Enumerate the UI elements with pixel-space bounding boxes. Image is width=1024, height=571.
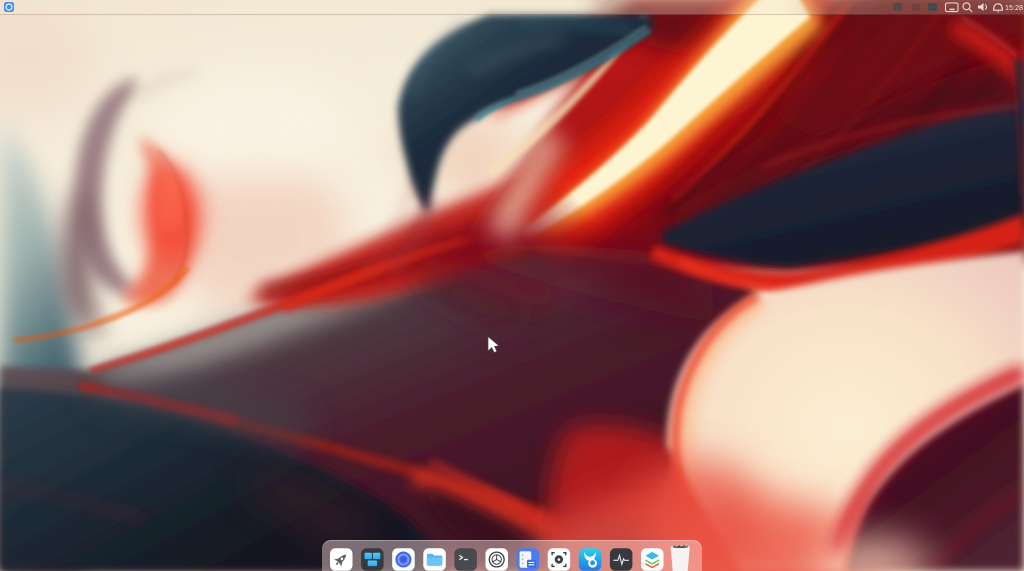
svg-text:15:28: 15:28 [1005, 3, 1023, 12]
